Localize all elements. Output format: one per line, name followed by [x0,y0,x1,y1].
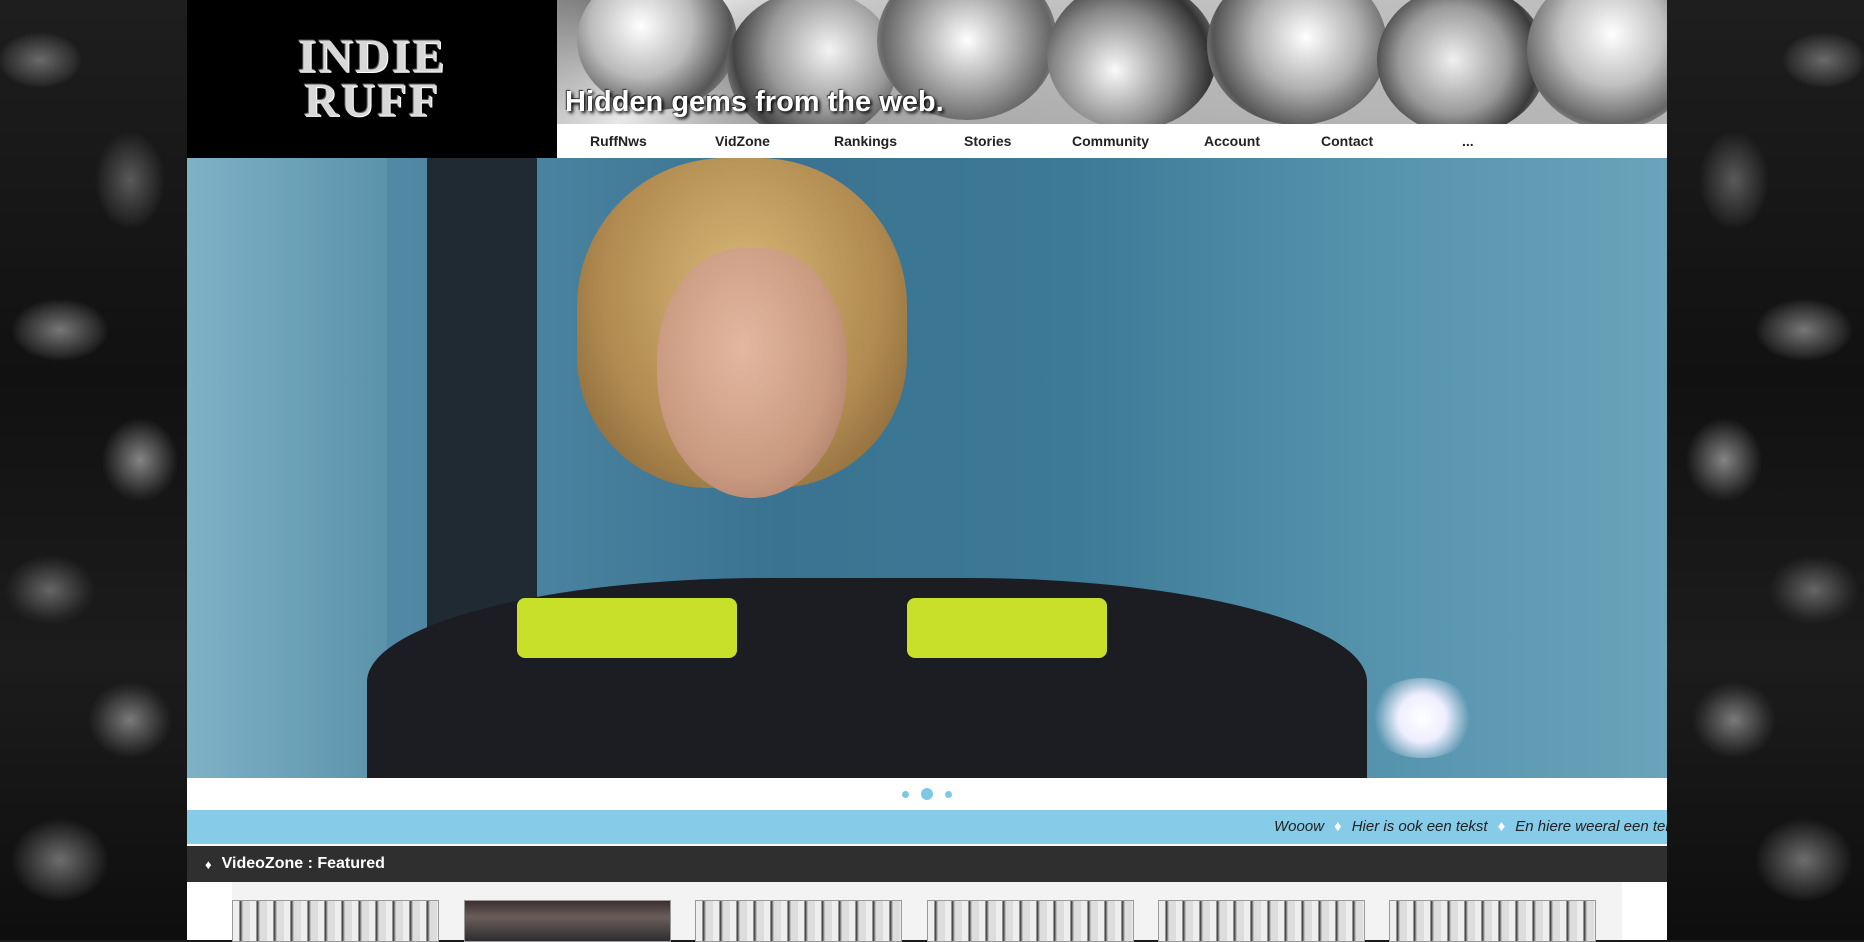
video-thumbnail[interactable] [232,900,439,942]
video-thumbnail[interactable] [1389,900,1596,942]
nav-item-account[interactable]: Account [1204,133,1260,149]
logo-line-2: RUFF [304,74,440,127]
section-title: VideoZone : Featured [221,855,385,872]
site-tagline: Hidden gems from the web. [565,86,944,118]
background-coal-left [0,0,187,940]
hero-slide-image[interactable] [187,158,1667,778]
video-thumbnail[interactable] [1158,900,1365,942]
nav-item-stories[interactable]: Stories [964,133,1011,149]
ticker-item-1[interactable]: Wooow [1274,818,1324,835]
video-thumbnail[interactable] [927,900,1134,942]
site-logo[interactable]: INDIE RUFF [187,0,557,158]
nav-item-rankings[interactable]: Rankings [834,133,897,149]
logo-line-1: INDIE [297,30,447,83]
hero-vest-stripe-right [907,598,1107,658]
ticker-track: Wooow ♦ Hier is ook een tekst ♦ En hiere… [1274,818,1667,835]
video-thumbnail[interactable] [695,900,902,942]
nav-item-vidzone[interactable]: VidZone [715,133,770,149]
featured-video-strip [232,882,1622,942]
ticker-item-2[interactable]: Hier is ook een tekst [1352,818,1488,835]
section-header-videozone: ♦ VideoZone : Featured [187,846,1667,882]
nav-item-ruffnws[interactable]: RuffNws [590,133,647,149]
nav-item-contact[interactable]: Contact [1321,133,1373,149]
diamond-icon: ♦ [1334,818,1342,835]
news-ticker: Wooow ♦ Hier is ook een tekst ♦ En hiere… [187,810,1667,844]
main-nav: RuffNws VidZone Rankings Stories Communi… [557,124,1667,158]
slider-dot-1[interactable] [902,790,909,798]
page-container: INDIE RUFF Hidden gems from the web. Ruf… [187,0,1667,942]
hero-vest-stripe-left [517,598,737,658]
slider-dots [187,778,1667,810]
slider-dot-3[interactable] [945,790,952,798]
hero-door [187,158,387,778]
hero-figure-face [657,248,847,498]
nav-item-community[interactable]: Community [1072,133,1149,149]
ticker-item-3[interactable]: En hiere weeral een tekst [1515,818,1667,835]
hero-flashlight-glow [1367,678,1477,758]
video-thumbnail[interactable] [464,900,671,942]
diamond-icon: ♦ [1497,818,1506,835]
header-banner: Hidden gems from the web. [557,0,1667,124]
slider-dot-2[interactable] [921,788,933,800]
background-coal-right [1667,0,1864,940]
diamond-icon: ♦ [205,856,212,872]
nav-item-more[interactable]: ... [1462,133,1474,149]
